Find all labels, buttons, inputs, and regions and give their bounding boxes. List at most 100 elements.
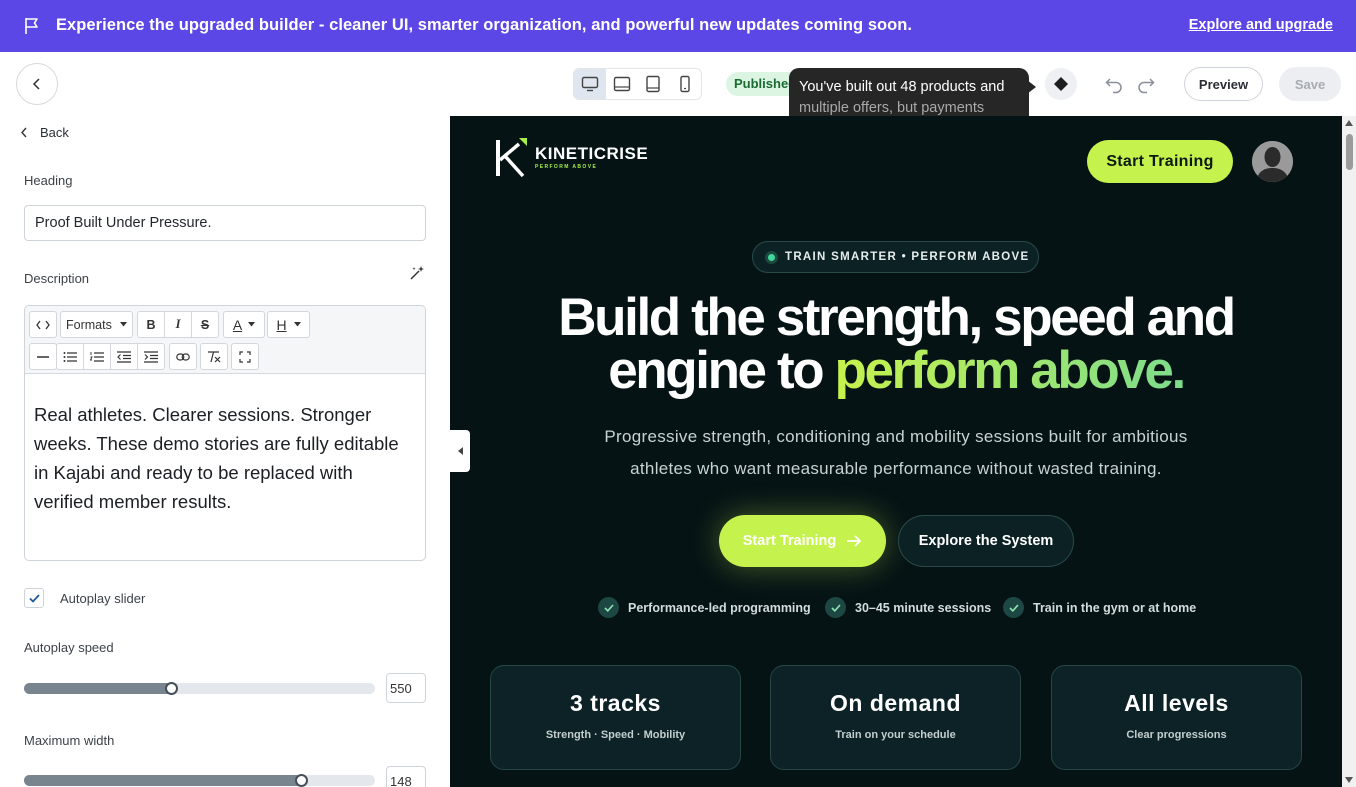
bold-button[interactable]: B — [137, 311, 165, 338]
autoplay-speed-input[interactable]: 550 — [386, 673, 426, 703]
diamond-icon — [1054, 77, 1068, 91]
back-button[interactable] — [16, 63, 58, 105]
flag-icon — [25, 18, 38, 34]
stat-subtitle: Strength · Speed · Mobility — [545, 729, 686, 741]
caret-left-icon — [457, 447, 463, 455]
desktop-icon — [581, 76, 599, 92]
header-start-training-button[interactable]: Start Training — [1087, 140, 1233, 183]
italic-button[interactable]: I — [164, 311, 192, 338]
hero-title-highlight: perform above. — [834, 341, 1187, 400]
feature-label: Train in the gym or at home — [1033, 600, 1197, 615]
redo-icon[interactable] — [1136, 74, 1156, 94]
bullet-list-button[interactable] — [56, 343, 84, 370]
start-training-label: Start Training — [742, 533, 837, 549]
stat-title: On demand — [829, 690, 961, 716]
status-dot-icon — [765, 250, 778, 264]
stat-title: 3 tracks — [570, 690, 661, 716]
avatar[interactable] — [1252, 141, 1293, 182]
tablet-view-button[interactable] — [638, 69, 670, 99]
indent-button[interactable] — [137, 343, 165, 370]
scroll-thumb[interactable] — [1346, 134, 1353, 170]
check-circle-icon — [598, 597, 619, 618]
hero-subtitle-line-2: athletes who want measurable performance… — [630, 459, 1162, 478]
clear-format-button[interactable] — [200, 343, 228, 370]
tablet-icon — [646, 75, 661, 93]
feature-label: 30–45 minute sessions — [855, 600, 992, 615]
maximum-width-label: Maximum width — [24, 733, 115, 748]
fullscreen-button[interactable] — [231, 343, 259, 370]
clear-format-icon — [208, 350, 221, 362]
explore-system-button[interactable]: Explore the System — [898, 515, 1074, 567]
slider-fill — [24, 775, 301, 786]
brand-k-icon — [496, 138, 527, 178]
chevron-left-icon — [32, 78, 40, 90]
heading-label: Heading — [24, 173, 73, 188]
link-button[interactable] — [169, 343, 197, 370]
strikethrough-button[interactable]: S — [191, 311, 219, 338]
check-circle-icon — [825, 597, 846, 618]
brand-name: KINETICRISE — [535, 144, 649, 163]
text-color-button[interactable]: A — [223, 311, 265, 338]
formats-dropdown[interactable]: Formats — [60, 311, 133, 338]
caret-down-icon — [119, 322, 127, 327]
editor-content[interactable]: Real athletes. Clearer sessions. Stronge… — [25, 374, 425, 542]
chevron-left-icon — [21, 127, 27, 138]
rich-text-editor: Formats B I S A H Real athletes. Clearer… — [24, 305, 426, 561]
source-code-button[interactable] — [29, 311, 57, 338]
heading-input[interactable]: Proof Built Under Pressure. — [24, 205, 426, 241]
formats-label: Formats — [66, 317, 112, 332]
autoplay-speed-slider[interactable] — [24, 682, 375, 695]
mobile-icon — [680, 75, 690, 93]
hero-title-line-1: Build the strength, speed and — [558, 288, 1236, 347]
hero-subtitle-line-1: Progressive strength, conditioning and m… — [604, 427, 1188, 446]
preview-scrollbar[interactable] — [1342, 116, 1356, 787]
autoplay-label: Autoplay slider — [60, 591, 146, 606]
stat-card: All levels Clear progressions — [1051, 665, 1302, 770]
start-training-button[interactable]: Start Training — [719, 515, 886, 567]
description-label: Description — [24, 271, 90, 286]
strikethrough-icon: S — [200, 317, 210, 332]
highlight-icon: H — [276, 316, 287, 333]
preview-button[interactable]: Preview — [1184, 67, 1263, 101]
ai-assistant-button[interactable] — [1045, 68, 1077, 100]
highlight-button[interactable]: H — [267, 311, 310, 338]
outdent-button[interactable] — [110, 343, 138, 370]
autoplay-checkbox[interactable] — [24, 588, 44, 608]
magic-wand-icon[interactable] — [408, 264, 426, 282]
numbered-list-button[interactable] — [83, 343, 111, 370]
stat-subtitle: Train on your schedule — [835, 729, 956, 741]
stat-card: 3 tracks Strength · Speed · Mobility — [490, 665, 741, 770]
bullet-list-icon — [63, 351, 77, 362]
explore-upgrade-link[interactable]: Explore and upgrade — [1189, 17, 1333, 33]
desktop-view-button[interactable] — [574, 69, 606, 99]
horizontal-rule-button[interactable] — [29, 343, 57, 370]
undo-icon[interactable] — [1104, 74, 1124, 94]
stat-title: All levels — [1124, 690, 1229, 716]
site-preview: KINETICRISE PERFORM ABOVE Start Training… — [450, 116, 1342, 787]
feature-item: 30–45 minute sessions — [825, 597, 991, 618]
slider-handle[interactable] — [165, 682, 178, 695]
back-label: Back — [40, 125, 69, 140]
hero-title-line-2-start: engine to — [608, 341, 835, 400]
user-silhouette-icon — [1252, 141, 1293, 182]
site-logo[interactable]: KINETICRISE PERFORM ABOVE — [495, 136, 648, 180]
autoplay-speed-label: Autoplay speed — [24, 640, 114, 655]
tooltip-line-1: You've built out 48 products and — [799, 79, 1005, 95]
upgrade-banner: Experience the upgraded builder - cleane… — [0, 0, 1356, 52]
code-icon — [36, 320, 50, 329]
panel-back-link[interactable]: Back — [20, 125, 69, 140]
scroll-up-icon[interactable] — [1345, 120, 1353, 126]
outdent-icon — [117, 350, 131, 363]
laptop-view-button[interactable] — [606, 69, 638, 99]
slider-handle[interactable] — [295, 774, 308, 787]
maximum-width-slider[interactable] — [24, 774, 375, 787]
caret-down-icon — [248, 322, 256, 327]
horizontal-rule-icon — [37, 355, 49, 358]
feature-label: Performance-led programming — [628, 600, 811, 615]
collapse-panel-button[interactable] — [450, 430, 470, 472]
slider-fill — [24, 683, 171, 694]
maximum-width-input[interactable]: 148 — [386, 766, 426, 787]
scroll-down-icon[interactable] — [1345, 777, 1353, 783]
save-button[interactable]: Save — [1279, 67, 1341, 101]
mobile-view-button[interactable] — [669, 69, 701, 99]
